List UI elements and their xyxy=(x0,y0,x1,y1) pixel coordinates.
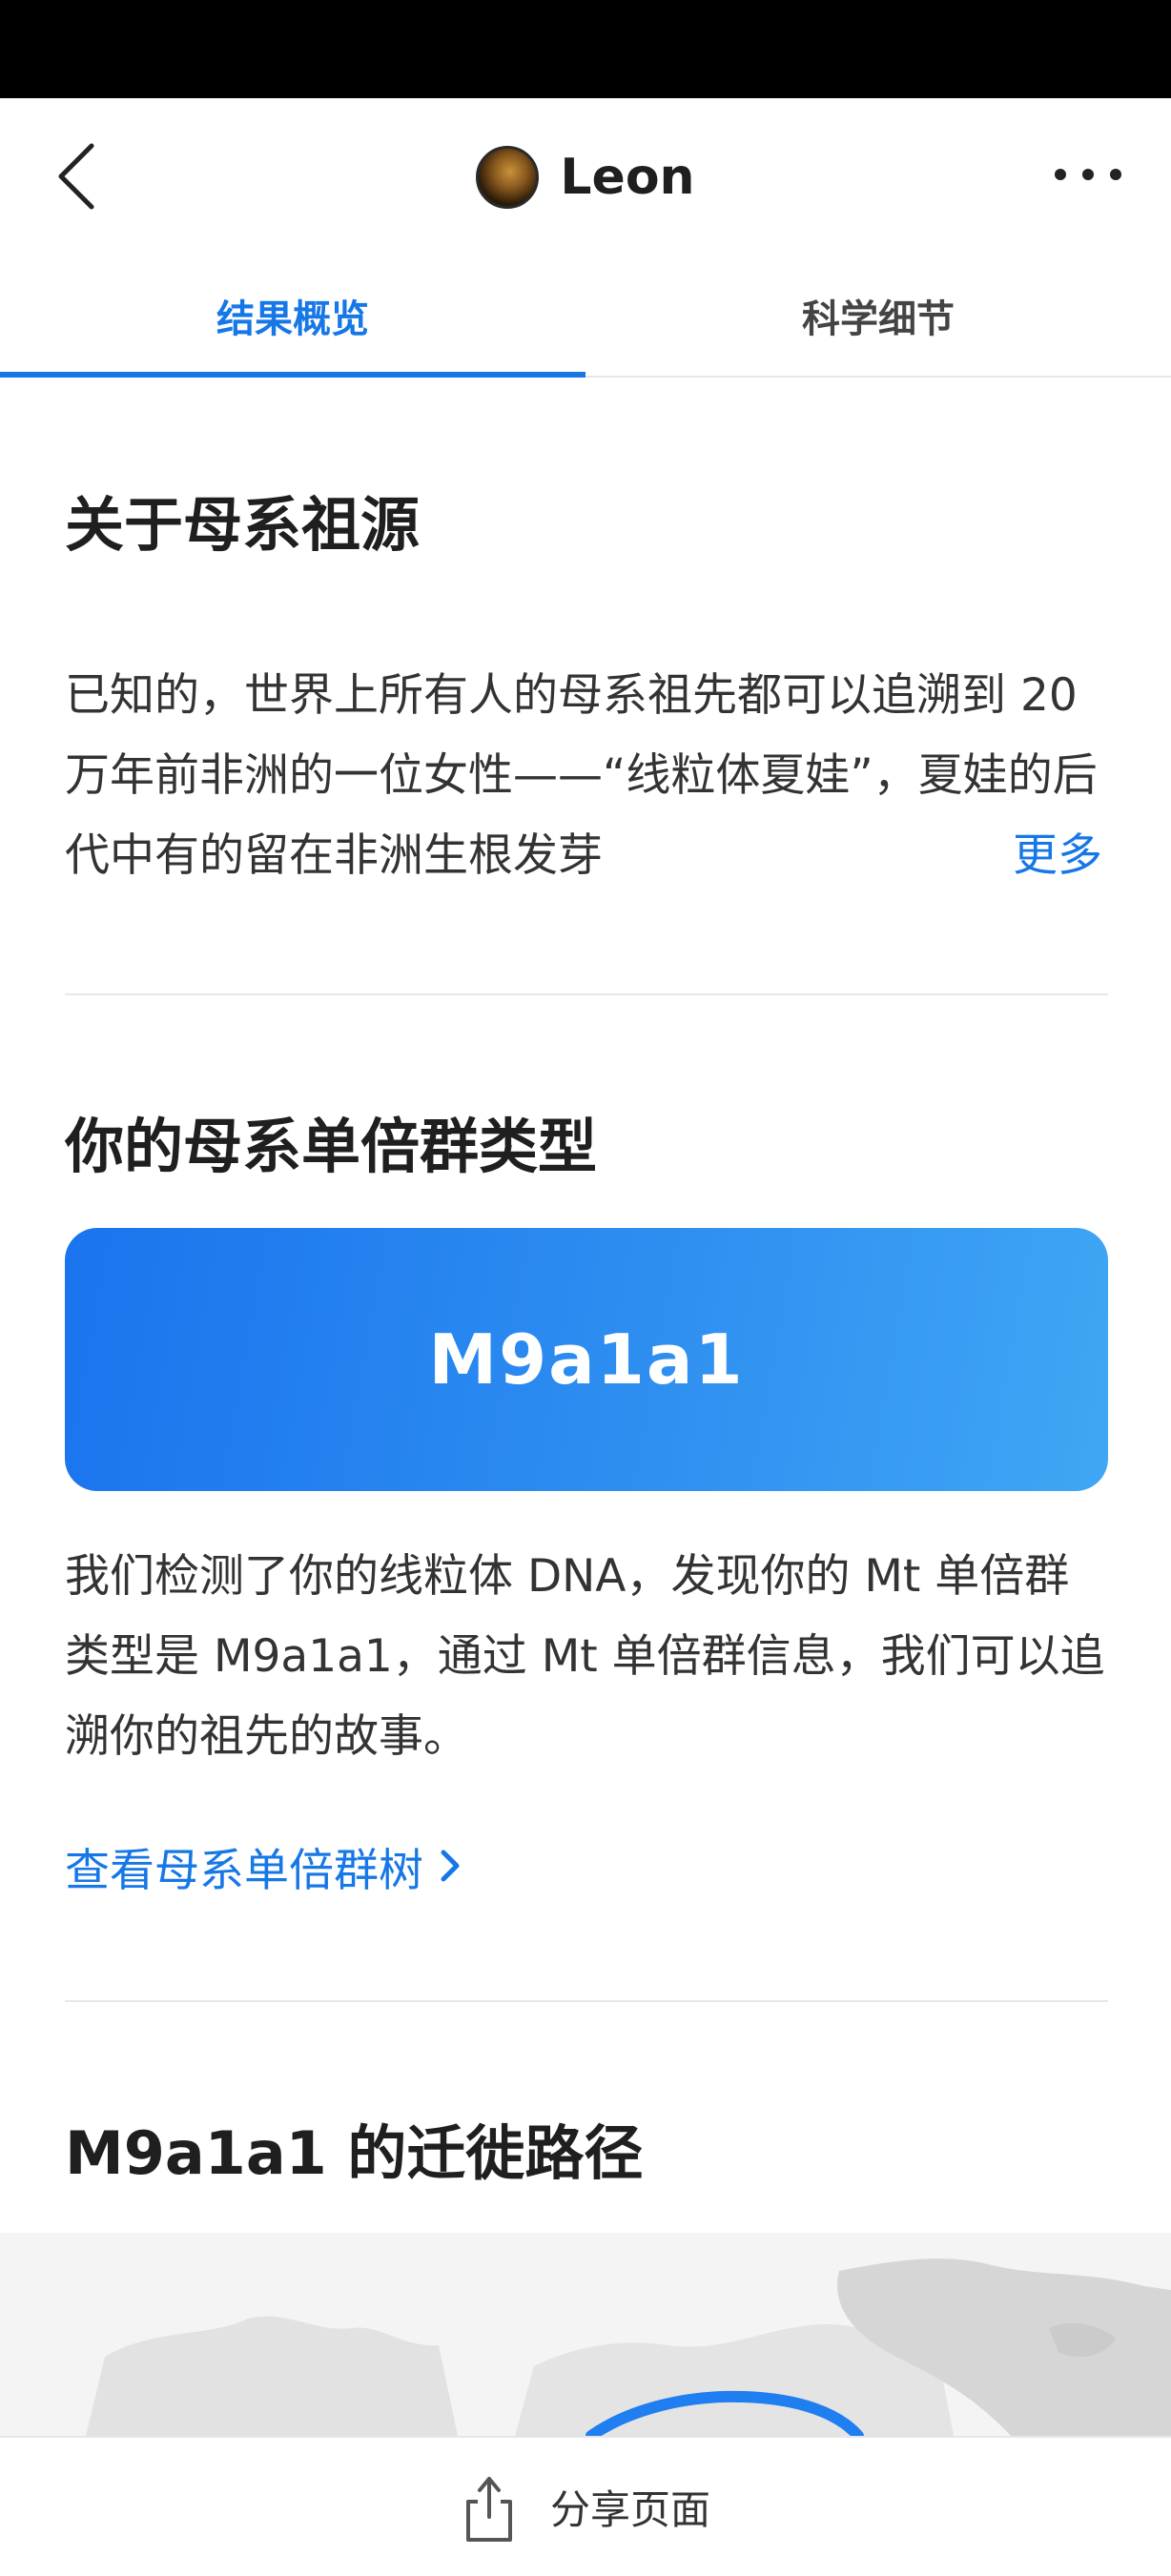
tab-overview[interactable]: 结果概览 xyxy=(0,256,586,378)
chevron-right-icon xyxy=(441,1850,460,1882)
view-haplogroup-tree-link[interactable]: 查看母系单倍群树 xyxy=(65,1830,462,1901)
haplogroup-value: M9a1a1 xyxy=(428,1319,745,1400)
migration-map[interactable] xyxy=(0,2233,1171,2436)
header-title-group: Leon xyxy=(0,142,1171,213)
section-divider xyxy=(65,2000,1108,2002)
haplogroup-title: 你的母系单倍群类型 xyxy=(65,1112,598,1181)
page-title: Leon xyxy=(560,149,695,206)
status-bar xyxy=(0,0,1171,98)
more-dot-icon xyxy=(1055,169,1066,180)
read-more-link[interactable]: 更多 xyxy=(1013,816,1102,896)
tab-bar: 结果概览 科学细节 xyxy=(0,256,1171,378)
more-dot-icon xyxy=(1082,169,1094,180)
bottom-share-bar[interactable]: 分享页面 xyxy=(0,2436,1171,2576)
tree-link-label: 查看母系单倍群树 xyxy=(65,1844,423,1897)
avatar[interactable] xyxy=(476,146,540,209)
migration-title: M9a1a1 的迁徙路径 xyxy=(65,2118,644,2188)
tab-science-details[interactable]: 科学细节 xyxy=(586,256,1171,376)
nav-bar: Leon xyxy=(0,98,1171,256)
share-page-label: 分享页面 xyxy=(549,2486,710,2533)
haplogroup-description: 我们检测了你的线粒体 DNA，发现你的 Mt 单倍群类型是 M9a1a1，通过 … xyxy=(65,1550,1105,1763)
haplogroup-card: M9a1a1 xyxy=(65,1228,1108,1491)
more-dot-icon xyxy=(1110,169,1121,180)
section-divider xyxy=(65,993,1108,995)
more-options-button[interactable] xyxy=(1055,165,1121,184)
maternal-origin-title: 关于母系祖源 xyxy=(65,490,421,560)
world-map-graphic xyxy=(86,2259,1171,2436)
share-icon xyxy=(465,2476,512,2542)
